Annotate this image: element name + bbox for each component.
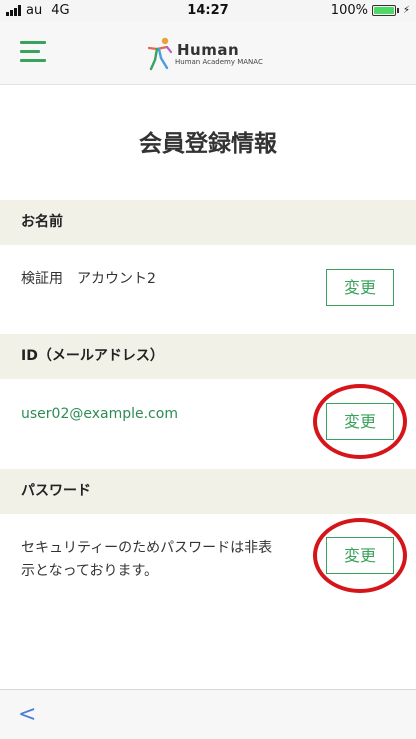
email-value: user02@example.com	[21, 406, 178, 422]
section-header-name: お名前	[0, 200, 416, 245]
logo-title: Human	[177, 41, 240, 59]
battery-nub	[396, 8, 399, 13]
app-header: Human Human Academy MANAC	[0, 22, 416, 85]
battery-percent: 100%	[330, 3, 368, 18]
bottom-toolbar: <	[0, 689, 416, 739]
section-header-id: ID（メールアドレス）	[0, 334, 416, 379]
human-logo-icon	[147, 37, 173, 71]
battery-fill	[373, 7, 394, 14]
change-name-button[interactable]: 変更	[326, 269, 394, 306]
hamburger-icon[interactable]	[20, 41, 46, 63]
annotation-circle-id	[313, 384, 407, 459]
annotation-circle-password	[313, 518, 407, 593]
password-note-line2: 示となっております。	[21, 563, 159, 579]
charging-icon: ⚡	[402, 5, 410, 16]
password-note-line1: セキュリティーのためパスワードは非表	[21, 540, 273, 556]
battery-icon	[371, 5, 396, 16]
name-value: 検証用 アカウント2	[21, 271, 156, 287]
back-button[interactable]: <	[18, 702, 36, 727]
page-title: 会員登録情報	[139, 131, 277, 157]
logo: Human Human Academy MANAC	[145, 36, 285, 72]
logo-subtitle: Human Academy MANAC	[175, 58, 263, 66]
status-right: 100% ⚡	[331, 3, 410, 18]
section-header-password: パスワード	[0, 469, 416, 514]
status-bar: au 4G 14:27 100% ⚡	[0, 0, 416, 22]
